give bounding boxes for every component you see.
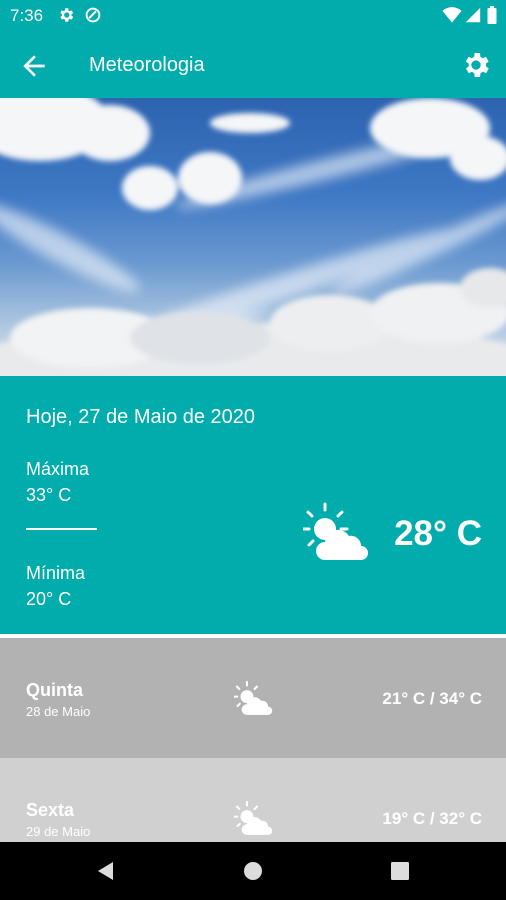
page-title: Meteorologia xyxy=(89,54,205,76)
min-temp-label: Mínima xyxy=(26,563,86,583)
battery-icon xyxy=(487,6,497,24)
current-temperature: 28° C xyxy=(394,514,482,553)
max-temp-value: 33° C xyxy=(26,485,72,505)
forecast-date: 28 de Maio xyxy=(26,704,91,719)
today-date: Hoje, 27 de Maio de 2020 xyxy=(26,406,256,428)
partly-cloudy-icon xyxy=(234,680,273,715)
forecast-day: Quinta xyxy=(26,680,83,700)
today-weather-card: Hoje, 27 de Maio de 2020 Máxima 33° C Mí… xyxy=(0,376,506,634)
status-time: 7:36 xyxy=(10,6,44,25)
data-saver-icon xyxy=(85,7,101,23)
partly-cloudy-icon xyxy=(303,502,368,560)
forecast-row[interactable]: Quinta 28 de Maio 21° C / 34° C xyxy=(0,638,506,758)
clouds-illustration xyxy=(0,98,506,376)
sky-header-image xyxy=(0,98,506,376)
app-bar: Meteorologia xyxy=(0,32,506,98)
status-bar: 7:36 xyxy=(0,0,506,32)
system-nav-bar xyxy=(0,842,506,900)
forecast-date: 29 de Maio xyxy=(26,824,91,839)
divider xyxy=(26,528,97,530)
nav-recents-icon[interactable] xyxy=(388,859,412,883)
min-temp-value: 20° C xyxy=(26,589,72,609)
settings-gear-icon[interactable] xyxy=(460,49,492,81)
forecast-temp-range: 21° C / 34° C xyxy=(382,689,482,708)
forecast-row[interactable]: Sexta 29 de Maio 19° C / 32° C xyxy=(0,758,506,842)
nav-home-icon[interactable] xyxy=(241,859,265,883)
forecast-temp-range: 19° C / 32° C xyxy=(382,809,482,828)
max-temp-label: Máxima xyxy=(26,459,90,479)
settings-status-icon xyxy=(60,8,74,22)
nav-back-icon[interactable] xyxy=(94,859,118,883)
cell-signal-icon xyxy=(465,7,481,23)
wifi-icon xyxy=(442,7,462,23)
forecast-day: Sexta xyxy=(26,800,75,820)
partly-cloudy-icon xyxy=(234,800,273,835)
back-arrow-icon[interactable] xyxy=(18,50,50,82)
